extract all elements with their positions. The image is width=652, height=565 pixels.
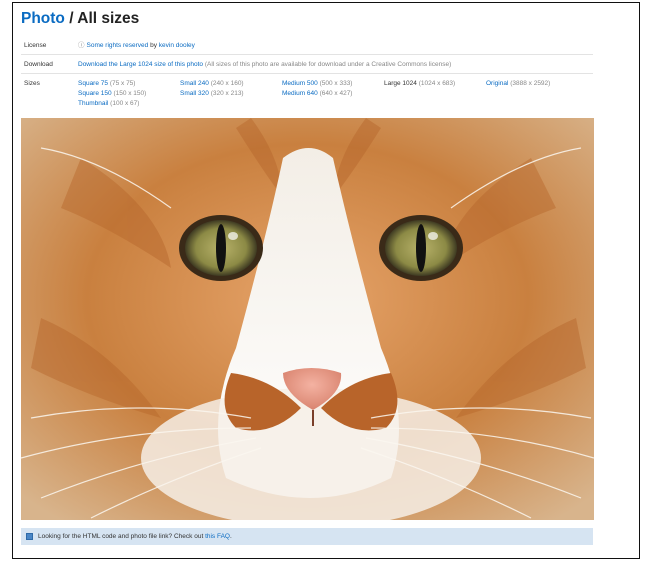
size-link[interactable]: Thumbnail	[78, 100, 108, 107]
title-text: All sizes	[77, 10, 140, 27]
size-link[interactable]: Medium 500	[282, 80, 318, 87]
right-eye	[379, 215, 463, 281]
left-eye	[179, 215, 263, 281]
photo-link[interactable]: Photo	[21, 10, 65, 27]
size-small-240[interactable]: Small 240 (240 x 160)	[180, 79, 244, 88]
page-title: Photo / All sizes	[21, 10, 139, 28]
license-by: by	[148, 42, 159, 49]
size-link[interactable]: Medium 640	[282, 90, 318, 97]
faq-text: Looking for the HTML code and photo file…	[38, 528, 232, 545]
download-label: Download	[24, 61, 53, 68]
download-note: (All sizes of this photo are available f…	[203, 61, 452, 68]
size-dims: (150 x 150)	[113, 90, 147, 97]
size-dims: (320 x 213)	[210, 90, 244, 97]
size-thumbnail[interactable]: Thumbnail (100 x 67)	[78, 99, 139, 108]
size-original[interactable]: Original (3888 x 2592)	[486, 79, 550, 88]
size-link[interactable]: Small 240	[180, 80, 209, 87]
size-link[interactable]: Square 75	[78, 80, 108, 87]
sizes-row: Sizes Square 75 (75 x 75) Square 150 (15…	[21, 79, 593, 115]
sizes-label: Sizes	[24, 80, 40, 87]
faq-bar: Looking for the HTML code and photo file…	[21, 528, 593, 545]
title-separator: /	[64, 10, 78, 27]
download-row: Download Download the Large 1024 size of…	[21, 60, 593, 74]
size-current-label: Large 1024	[384, 80, 417, 87]
size-dims: (1024 x 683)	[418, 80, 456, 87]
size-link[interactable]: Small 320	[180, 90, 209, 97]
download-content: Download the Large 1024 size of this pho…	[78, 60, 593, 69]
faq-message: Looking for the HTML code and photo file…	[38, 533, 206, 540]
size-small-320[interactable]: Small 320 (320 x 213)	[180, 89, 244, 98]
download-link[interactable]: Download the Large 1024 size of this pho…	[78, 61, 203, 68]
size-square-75[interactable]: Square 75 (75 x 75)	[78, 79, 135, 88]
author-link[interactable]: kevin dooley	[159, 42, 195, 49]
size-link[interactable]: Original	[486, 80, 508, 87]
size-dims: (100 x 67)	[110, 100, 140, 107]
size-medium-500[interactable]: Medium 500 (500 x 333)	[282, 79, 352, 88]
cat-photo-illustration	[21, 118, 594, 520]
size-dims: (75 x 75)	[109, 80, 136, 87]
license-label: License	[24, 42, 47, 49]
license-row: License ⓘ Some rights reserved by kevin d…	[21, 41, 593, 55]
size-dims: (3888 x 2592)	[510, 80, 551, 87]
size-dims: (640 x 427)	[319, 90, 353, 97]
faq-link[interactable]: this FAQ	[205, 533, 230, 540]
license-content: ⓘ Some rights reserved by kevin dooley	[78, 41, 593, 50]
size-large-1024-current: Large 1024 (1024 x 683)	[384, 79, 455, 88]
photo-image[interactable]	[21, 118, 594, 520]
size-dims: (500 x 333)	[319, 80, 353, 87]
license-link[interactable]: Some rights reserved	[87, 42, 149, 49]
size-square-150[interactable]: Square 150 (150 x 150)	[78, 89, 146, 98]
faq-end: .	[230, 533, 232, 540]
info-icon	[26, 533, 33, 540]
size-medium-640[interactable]: Medium 640 (640 x 427)	[282, 89, 352, 98]
cc-icon: ⓘ	[78, 42, 85, 49]
size-dims: (240 x 160)	[210, 80, 244, 87]
size-link[interactable]: Square 150	[78, 90, 112, 97]
